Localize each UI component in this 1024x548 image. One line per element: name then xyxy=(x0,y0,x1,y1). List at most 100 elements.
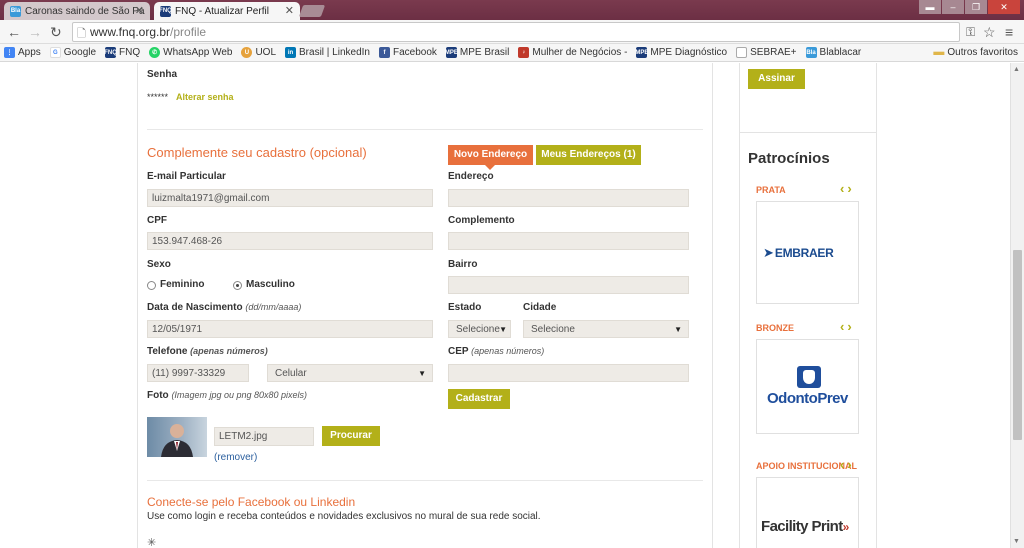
sidebar xyxy=(739,63,877,548)
cep-field[interactable] xyxy=(448,364,689,382)
bookmark-label: MPE Brasil xyxy=(459,47,510,58)
sponsor-carousel-arrows[interactable]: ‹› xyxy=(840,319,855,334)
cep-hint: (apenas números) xyxy=(471,346,545,356)
facility-print-logo: Facility Print» xyxy=(761,518,849,535)
mpe-icon: MPE xyxy=(635,47,648,58)
foto-label: Foto (Imagem jpg ou png 80x80 pixels) xyxy=(147,390,307,401)
other-bookmarks[interactable]: ▬ Outros favoritos xyxy=(933,46,1018,58)
bairro-field[interactable] xyxy=(448,276,689,294)
active-tab-pointer xyxy=(485,165,495,170)
scrollbar-thumb[interactable] xyxy=(1013,250,1022,440)
estado-value: Selecione xyxy=(456,324,500,335)
chevron-down-icon: ▼ xyxy=(418,369,426,378)
masculino-label: Masculino xyxy=(246,279,295,290)
alterar-senha-link[interactable]: Alterar senha xyxy=(176,92,234,102)
bairro-label: Bairro xyxy=(448,259,478,270)
procurar-button[interactable]: Procurar xyxy=(322,426,380,446)
cpf-field[interactable]: 153.947.468-26 xyxy=(147,232,433,250)
remover-link[interactable]: (remover) xyxy=(214,452,257,463)
bookmark-sebrae[interactable]: SEBRAE+ xyxy=(736,47,797,58)
estado-select[interactable]: Selecione ▼ xyxy=(448,320,511,338)
bookmark-mulher[interactable]: ♀ Mulher de Negócios - xyxy=(518,47,627,58)
new-tab-button[interactable] xyxy=(298,5,326,17)
minimize-icon[interactable]: ‒ xyxy=(942,0,964,14)
facility-print-mark-icon: » xyxy=(842,520,850,534)
bookmark-uol[interactable]: U UOL xyxy=(241,47,276,58)
chevron-down-icon: ▼ xyxy=(499,325,507,334)
cadastrar-button[interactable]: Cadastrar xyxy=(448,389,510,409)
scroll-up-icon[interactable]: ▲ xyxy=(1013,66,1020,73)
email-label: E-mail Particular xyxy=(147,171,226,182)
bookmark-label: Mulher de Negócios - xyxy=(532,47,628,58)
bookmark-mpe-brasil[interactable]: MPE MPE Brasil xyxy=(445,47,510,58)
forward-icon[interactable]: → xyxy=(28,24,42,40)
chevron-down-icon: ▼ xyxy=(674,325,682,334)
nascimento-label-text: Data de Nascimento xyxy=(147,302,243,313)
sponsor-carousel-arrows[interactable]: ‹› xyxy=(840,457,855,472)
sponsor-logo-embraer[interactable]: ➤ EMBRAER xyxy=(756,201,859,304)
bookmark-linkedin[interactable]: in Brasil | LinkedIn xyxy=(285,47,370,58)
menu-icon[interactable]: ≡ xyxy=(1005,24,1013,40)
novo-endereco-button[interactable]: Novo Endereço xyxy=(448,145,533,165)
feminino-radio[interactable] xyxy=(147,281,156,290)
complemento-label: Complemento xyxy=(448,215,515,226)
endereco-field[interactable] xyxy=(448,189,689,207)
chevron-right-icon[interactable]: › xyxy=(847,319,854,334)
bookmark-apps[interactable]: ⋮ Apps xyxy=(4,47,41,58)
email-field[interactable]: luizmalta1971@gmail.com xyxy=(147,189,433,207)
tab-fnq[interactable]: FNQ FNQ - Atualizar Perfil ✕ xyxy=(154,2,300,20)
cpf-label: CPF xyxy=(147,215,167,226)
tab-caronas[interactable]: Bla Caronas saindo de São Pa ✕ xyxy=(4,2,150,20)
tab-title: FNQ - Atualizar Perfil xyxy=(175,5,269,17)
complemento-field[interactable] xyxy=(448,232,689,250)
bookmark-blablacar[interactable]: Bla Blablacar xyxy=(805,47,861,58)
telefone-type-select[interactable]: Celular ▼ xyxy=(267,364,433,382)
close-tab-icon[interactable]: ✕ xyxy=(135,4,144,17)
linkedin-icon: in xyxy=(285,47,297,58)
sponsor-logo-odontoprev[interactable]: OdontoPrev xyxy=(756,339,859,434)
social-title: Conecte-se pelo Facebook ou Linkedin xyxy=(147,495,356,509)
mpe-icon: MPE xyxy=(445,47,458,58)
bookmark-fnq[interactable]: FNQ FNQ xyxy=(104,47,141,58)
other-bookmarks-label: Outros favoritos xyxy=(947,46,1018,58)
foto-file-field[interactable]: LETM2.jpg xyxy=(214,427,314,446)
senha-mask: ****** xyxy=(147,92,169,102)
bookmark-google[interactable]: G Google xyxy=(49,47,97,58)
cidade-select[interactable]: Selecione ▼ xyxy=(523,320,689,338)
telefone-field[interactable]: (11) 9997-33329 xyxy=(147,364,249,382)
endereco-label: Endereço xyxy=(448,171,494,182)
back-icon[interactable]: ← xyxy=(7,24,21,40)
user-icon[interactable]: ▬ xyxy=(919,0,941,14)
close-tab-icon[interactable]: ✕ xyxy=(285,4,294,17)
bookmark-label: Google xyxy=(63,47,97,58)
url-path: /profile xyxy=(170,25,207,39)
window-close-icon[interactable]: ✕ xyxy=(988,0,1020,14)
meus-enderecos-button[interactable]: Meus Endereços (1) xyxy=(536,145,641,165)
bookmark-star-icon[interactable]: ☆ xyxy=(983,24,996,40)
patrocinios-title: Patrocínios xyxy=(748,150,830,167)
bookmark-whatsapp[interactable]: ✆ WhatsApp Web xyxy=(149,47,232,58)
foto-hint: (Imagem jpg ou png 80x80 pixels) xyxy=(171,390,308,400)
bla-bla-icon: Bla xyxy=(10,5,21,17)
maximize-icon[interactable]: ❐ xyxy=(965,0,987,14)
cidade-label: Cidade xyxy=(523,302,557,313)
sponsor-logo-facility-print[interactable]: Facility Print» xyxy=(756,477,859,548)
profile-photo xyxy=(147,417,207,457)
masculino-radio[interactable] xyxy=(233,281,242,290)
sponsor-carousel-arrows[interactable]: ‹› xyxy=(840,181,855,196)
reload-icon[interactable]: ↻ xyxy=(50,24,62,40)
assinar-button[interactable]: Assinar xyxy=(748,69,805,89)
scroll-down-icon[interactable]: ▼ xyxy=(1013,538,1020,545)
nascimento-field[interactable]: 12/05/1971 xyxy=(147,320,433,338)
divider xyxy=(147,129,703,130)
url-text[interactable]: www.fnq.org.br/profile xyxy=(90,25,206,39)
key-icon[interactable]: ⚿ xyxy=(966,24,975,40)
tab-strip: Bla Caronas saindo de São Pa ✕ FNQ FNQ -… xyxy=(0,0,1024,20)
chevron-right-icon[interactable]: › xyxy=(847,457,854,472)
bookmark-label: FNQ xyxy=(119,47,141,58)
bookmark-facebook[interactable]: f Facebook xyxy=(378,47,437,58)
embraer-logo: ➤ EMBRAER xyxy=(763,245,834,261)
chevron-right-icon[interactable]: › xyxy=(847,181,854,196)
nascimento-label: Data de Nascimento (dd/mm/aaaa) xyxy=(147,302,301,313)
bookmark-mpe-diagnostico[interactable]: MPE MPE Diagnóstico xyxy=(635,47,727,58)
